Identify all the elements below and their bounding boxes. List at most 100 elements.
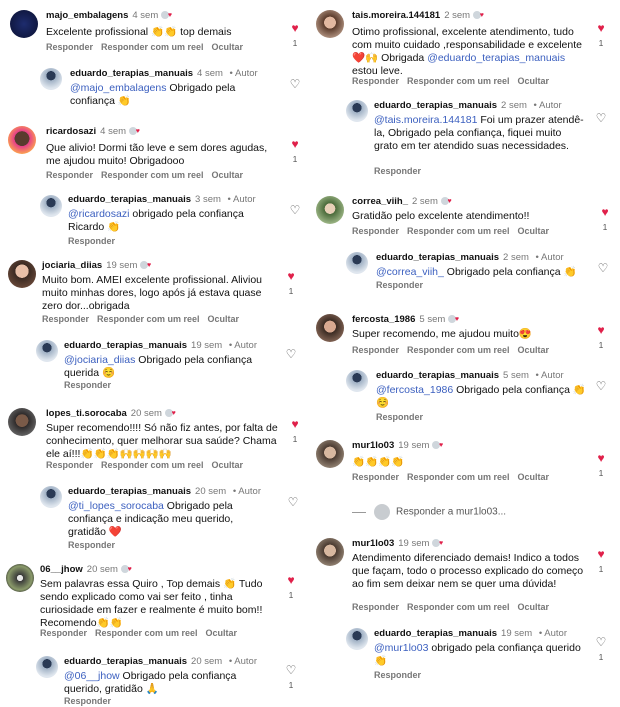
reply-to-prompt[interactable]: Responder a mur1lo03...: [352, 504, 506, 520]
reply-reel-button[interactable]: Responder com um reel: [407, 226, 510, 236]
avatar[interactable]: [316, 538, 344, 566]
like-heart-icon[interactable]: ♡: [594, 112, 608, 124]
avatar[interactable]: [316, 10, 344, 38]
avatar[interactable]: [8, 408, 36, 436]
hide-button[interactable]: Ocultar: [206, 628, 238, 638]
reply-button[interactable]: Responder: [374, 670, 421, 680]
like-heart-icon[interactable]: ♡: [288, 78, 302, 90]
reply-reel-button[interactable]: Responder com um reel: [407, 602, 510, 612]
reply-button[interactable]: Responder: [46, 42, 93, 52]
reply-reel-button[interactable]: Responder com um reel: [101, 42, 204, 52]
hide-button[interactable]: Ocultar: [212, 170, 244, 180]
reply-reel-button[interactable]: Responder com um reel: [95, 628, 198, 638]
hide-button[interactable]: Ocultar: [208, 314, 240, 324]
reply-button[interactable]: Responder: [68, 236, 115, 246]
reply-button[interactable]: Responder: [376, 280, 423, 290]
comment-username[interactable]: mur1lo03: [352, 440, 394, 451]
avatar[interactable]: [36, 340, 58, 362]
hide-button[interactable]: Ocultar: [518, 345, 550, 355]
avatar[interactable]: [8, 260, 36, 288]
reply-username[interactable]: eduardo_terapias_manuais: [68, 486, 191, 497]
avatar[interactable]: [8, 126, 36, 154]
reply-reel-button[interactable]: Responder com um reel: [97, 314, 200, 324]
mention-link[interactable]: @correa_viih_: [376, 266, 444, 278]
reply-button[interactable]: Responder: [64, 696, 111, 706]
like-heart-icon[interactable]: ♥: [598, 206, 612, 218]
comment-username[interactable]: 06__jhow: [40, 564, 83, 575]
like-heart-icon[interactable]: ♡: [594, 636, 608, 648]
hide-button[interactable]: Ocultar: [518, 76, 550, 86]
mention-link[interactable]: @06__jhow: [64, 670, 120, 682]
reply-reel-button[interactable]: Responder com um reel: [101, 460, 204, 470]
avatar[interactable]: [40, 195, 62, 217]
reply-button[interactable]: Responder: [68, 540, 115, 550]
reply-button[interactable]: Responder: [376, 412, 423, 422]
like-heart-icon[interactable]: ♥: [594, 324, 608, 336]
like-heart-icon[interactable]: ♡: [288, 204, 302, 216]
hide-button[interactable]: Ocultar: [518, 602, 550, 612]
like-heart-icon[interactable]: ♡: [284, 348, 298, 360]
comment-username[interactable]: tais.moreira.144181: [352, 10, 440, 21]
reply-reel-button[interactable]: Responder com um reel: [407, 345, 510, 355]
reply-button[interactable]: Responder: [352, 472, 399, 482]
hide-button[interactable]: Ocultar: [518, 226, 550, 236]
avatar[interactable]: [316, 440, 344, 468]
reply-reel-button[interactable]: Responder com um reel: [101, 170, 204, 180]
like-heart-icon[interactable]: ♥: [594, 548, 608, 560]
reply-button[interactable]: Responder: [352, 226, 399, 236]
mention-link[interactable]: @ricardosazi: [68, 208, 129, 220]
comment-username[interactable]: mur1lo03: [352, 538, 394, 549]
avatar[interactable]: [40, 486, 62, 508]
comment-username[interactable]: ricardosazi: [46, 126, 96, 137]
hide-button[interactable]: Ocultar: [518, 472, 550, 482]
like-heart-icon[interactable]: ♥: [288, 418, 302, 430]
comment-username[interactable]: majo_embalagens: [46, 10, 128, 21]
like-heart-icon[interactable]: ♡: [286, 496, 300, 508]
like-heart-icon[interactable]: ♥: [288, 22, 302, 34]
mention-link[interactable]: @mur1lo03: [374, 642, 428, 654]
like-heart-icon[interactable]: ♥: [594, 452, 608, 464]
mention-link[interactable]: @tais.moreira.144181: [374, 114, 477, 126]
mention-link[interactable]: @fercosta_1986: [376, 384, 453, 396]
comment-username[interactable]: lopes_ti.sorocaba: [46, 408, 127, 419]
avatar[interactable]: [36, 656, 58, 678]
like-heart-icon[interactable]: ♥: [284, 574, 298, 586]
like-heart-icon[interactable]: ♡: [596, 262, 610, 274]
comment-username[interactable]: fercosta_1986: [352, 314, 415, 325]
mention-link[interactable]: @majo_embalagens: [70, 82, 166, 94]
like-heart-icon[interactable]: ♡: [284, 664, 298, 676]
avatar[interactable]: [346, 252, 368, 274]
reply-button[interactable]: Responder: [374, 166, 421, 176]
reply-username[interactable]: eduardo_terapias_manuais: [374, 628, 497, 639]
reply-username[interactable]: eduardo_terapias_manuais: [68, 194, 191, 205]
reply-username[interactable]: eduardo_terapias_manuais: [64, 656, 187, 667]
avatar[interactable]: [10, 10, 38, 38]
like-heart-icon[interactable]: ♡: [594, 380, 608, 392]
reply-reel-button[interactable]: Responder com um reel: [407, 472, 510, 482]
reply-button[interactable]: Responder: [40, 628, 87, 638]
comment-username[interactable]: jociaria_diias: [42, 260, 102, 271]
hide-button[interactable]: Ocultar: [212, 42, 244, 52]
reply-button[interactable]: Responder: [46, 170, 93, 180]
comment-username[interactable]: correa_viih_: [352, 196, 408, 207]
reply-button[interactable]: Responder: [352, 76, 399, 86]
reply-button[interactable]: Responder: [64, 380, 111, 390]
reply-username[interactable]: eduardo_terapias_manuais: [374, 100, 497, 111]
hide-button[interactable]: Ocultar: [212, 460, 244, 470]
reply-reel-button[interactable]: Responder com um reel: [407, 76, 510, 86]
avatar[interactable]: [6, 564, 34, 592]
mention-link[interactable]: @ti_lopes_sorocaba: [68, 500, 164, 512]
like-heart-icon[interactable]: ♥: [594, 22, 608, 34]
mention-link[interactable]: @eduardo_terapias_manuais: [427, 52, 565, 64]
reply-username[interactable]: eduardo_terapias_manuais: [64, 340, 187, 351]
reply-username[interactable]: eduardo_terapias_manuais: [376, 252, 499, 263]
reply-button[interactable]: Responder: [46, 460, 93, 470]
avatar[interactable]: [316, 196, 344, 224]
reply-button[interactable]: Responder: [42, 314, 89, 324]
reply-username[interactable]: eduardo_terapias_manuais: [376, 370, 499, 381]
reply-button[interactable]: Responder: [352, 602, 399, 612]
reply-username[interactable]: eduardo_terapias_manuais: [70, 68, 193, 79]
reply-button[interactable]: Responder: [352, 345, 399, 355]
avatar[interactable]: [40, 68, 62, 90]
avatar[interactable]: [346, 628, 368, 650]
